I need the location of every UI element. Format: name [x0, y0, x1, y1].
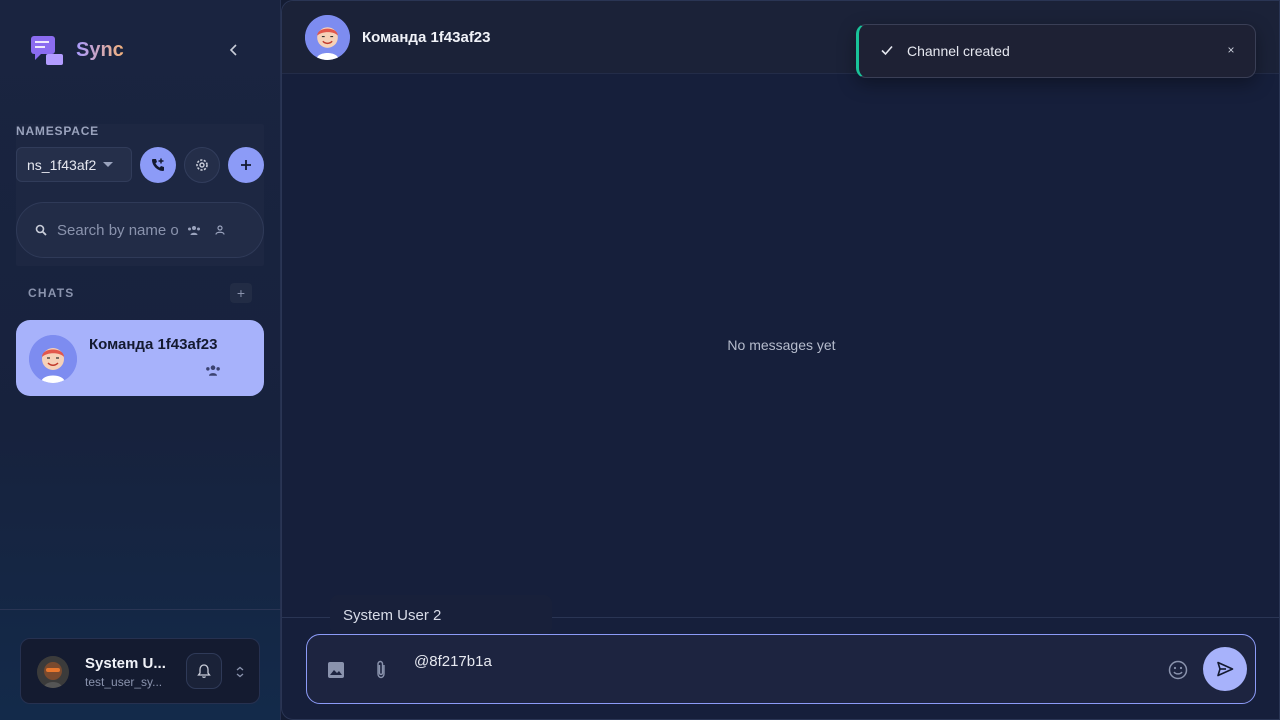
smiley-icon [1168, 660, 1188, 680]
search-icon [35, 224, 47, 236]
chevron-left-icon [229, 44, 237, 56]
add-call-button[interactable] [140, 147, 176, 183]
user-handle: test_user_sy... [85, 675, 163, 689]
emoji-button[interactable] [1166, 658, 1190, 682]
attach-image-button[interactable] [324, 658, 348, 682]
chat-header-title: Команда 1f43af23 [362, 29, 491, 46]
toast-message: Channel created [907, 43, 1010, 59]
empty-messages-text: No messages yet [727, 337, 836, 353]
chat-title: Команда 1f43af23 [89, 336, 218, 353]
brand: Sync [30, 33, 124, 67]
group-icon [205, 363, 221, 377]
namespace-panel: NAMESPACE ns_1f43af2 [16, 124, 264, 266]
user-name: System U... [85, 655, 166, 672]
send-icon [1217, 661, 1234, 677]
group-icon [188, 226, 200, 235]
avatar [29, 335, 77, 383]
chats-section-label: CHATS [28, 286, 75, 300]
user-avatar [37, 656, 69, 688]
namespace-label: NAMESPACE [16, 124, 99, 138]
filter-users-button[interactable] [207, 217, 233, 243]
paperclip-icon [377, 660, 385, 679]
chat-list-item[interactable]: Команда 1f43af23 [16, 320, 264, 396]
sidebar: Sync NAMESPACE ns_1f43af2 Search by name… [0, 0, 281, 720]
send-button[interactable] [1203, 647, 1247, 691]
add-namespace-button[interactable] [228, 147, 264, 183]
namespace-select[interactable]: ns_1f43af2 [16, 147, 132, 182]
current-user-card[interactable]: System U... test_user_sy... [20, 638, 260, 704]
add-chat-button[interactable]: + [230, 283, 252, 303]
close-toast-button[interactable]: × [1221, 40, 1241, 60]
attach-file-button[interactable] [369, 658, 393, 682]
namespace-value: ns_1f43af2 [27, 156, 97, 173]
toast-notification: Channel created × [856, 24, 1256, 78]
notifications-button[interactable] [186, 653, 222, 689]
divider [0, 609, 281, 610]
expand-user-menu-button[interactable] [231, 661, 249, 683]
check-icon [879, 42, 895, 58]
filter-groups-button[interactable] [181, 217, 207, 243]
search-box [16, 202, 264, 258]
namespace-settings-button[interactable] [184, 147, 220, 183]
bell-icon [197, 664, 211, 678]
search-input[interactable] [57, 221, 181, 239]
unfold-icon [236, 666, 244, 678]
chat-panel: Команда 1f43af23 No messages yet System … [281, 0, 1280, 720]
brand-name: Sync [76, 38, 124, 61]
message-input[interactable] [414, 649, 1154, 673]
image-icon [328, 662, 344, 678]
mention-suggestion[interactable]: System User 2 [330, 595, 552, 635]
plus-icon [241, 160, 251, 170]
chat-avatar[interactable] [305, 15, 350, 60]
caret-down-icon [103, 162, 113, 167]
person-icon [215, 225, 225, 235]
chat-bubbles-logo-icon [30, 33, 64, 67]
phone-plus-icon [152, 158, 164, 171]
message-composer [306, 634, 1256, 704]
gear-icon [196, 159, 208, 171]
collapse-sidebar-button[interactable] [224, 40, 244, 60]
